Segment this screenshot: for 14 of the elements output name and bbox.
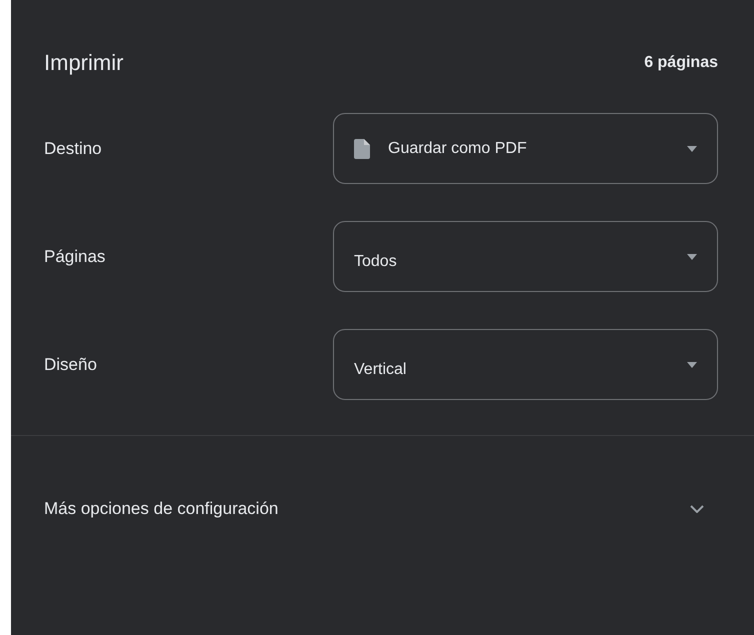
caret-icon — [687, 254, 697, 260]
setting-label: Diseño — [44, 354, 97, 376]
dropdown-select[interactable]: Guardar como PDF — [333, 113, 718, 184]
setting-label: Páginas — [44, 246, 106, 268]
caret-icon — [687, 362, 697, 368]
dropdown-select[interactable]: Todos — [333, 221, 718, 292]
panel-title: Imprimir — [44, 49, 124, 77]
dropdown-select[interactable]: Vertical — [333, 329, 718, 400]
page-count: 6 páginas — [644, 52, 718, 72]
chevron-down-icon — [690, 504, 704, 512]
caret-icon — [687, 146, 697, 152]
document-icon — [354, 138, 370, 158]
setting-label: Destino — [44, 138, 102, 160]
more-options-toggle[interactable]: Más opciones de configuración — [11, 436, 754, 581]
